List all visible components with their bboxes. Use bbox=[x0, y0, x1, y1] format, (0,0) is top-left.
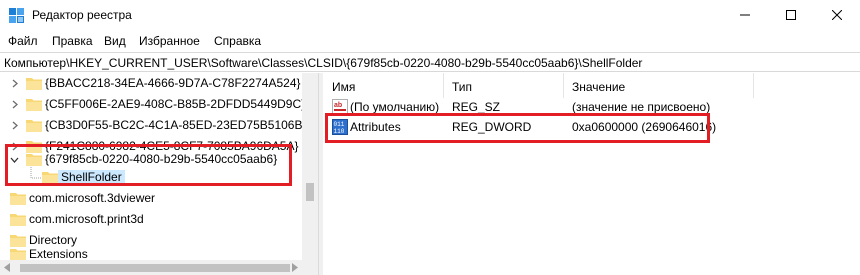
chevron-right-icon[interactable] bbox=[10, 121, 19, 130]
folder-icon bbox=[10, 249, 26, 261]
chevron-right-icon[interactable] bbox=[10, 100, 19, 109]
address-path[interactable]: Компьютер\HKEY_CURRENT_USER\Software\Cla… bbox=[4, 56, 642, 70]
close-button[interactable] bbox=[814, 0, 860, 30]
tree-item-label: com.microsoft.3dviewer bbox=[29, 191, 156, 205]
value-type: REG_SZ bbox=[452, 100, 501, 114]
folder-icon bbox=[10, 214, 26, 226]
tree-item-label: {C5FF006E-2AE9-408C-B85B-2DFDD5449D9C} bbox=[45, 97, 306, 111]
value-name: (По умолчанию) bbox=[350, 100, 440, 114]
maximize-button[interactable] bbox=[768, 0, 814, 30]
highlight-box-tree bbox=[5, 144, 292, 186]
column-header-name[interactable]: Имя bbox=[324, 73, 444, 98]
registry-editor-icon bbox=[9, 8, 24, 23]
chevron-right-icon[interactable] bbox=[10, 79, 19, 88]
tree-item[interactable]: {BBACC218-34EA-4666-9D7A-C78F2274A524} bbox=[0, 73, 302, 94]
highlight-box-value bbox=[325, 113, 710, 143]
close-icon bbox=[832, 10, 842, 20]
menu-edit[interactable]: Правка bbox=[52, 34, 93, 48]
svg-text:ab: ab bbox=[334, 102, 342, 109]
column-type-label: Тип bbox=[452, 80, 473, 94]
maximize-icon bbox=[786, 10, 796, 20]
tree-item[interactable]: {CB3D0F55-BC2C-4C1A-85ED-23ED75B5106B} bbox=[0, 115, 306, 136]
address-bar[interactable]: Компьютер\HKEY_CURRENT_USER\Software\Cla… bbox=[0, 52, 860, 72]
minimize-icon bbox=[740, 14, 750, 16]
tree-item-label: {BBACC218-34EA-4666-9D7A-C78F2274A524} bbox=[45, 76, 301, 90]
column-data-label: Значение bbox=[572, 80, 626, 94]
tree-item-label: {CB3D0F55-BC2C-4C1A-85ED-23ED75B5106B} bbox=[45, 118, 307, 132]
minimize-button[interactable] bbox=[722, 0, 768, 30]
folder-icon bbox=[26, 78, 42, 90]
value-data: (значение не присвоено) bbox=[572, 100, 711, 114]
tree-vertical-scrollbar[interactable] bbox=[302, 73, 318, 275]
tree-item[interactable]: com.microsoft.print3d bbox=[0, 209, 302, 230]
tree-item[interactable]: {C5FF006E-2AE9-408C-B85B-2DFDD5449D9C} bbox=[0, 94, 306, 115]
menu-file[interactable]: Файл bbox=[8, 34, 38, 48]
column-header-type[interactable]: Тип bbox=[444, 73, 564, 98]
folder-icon bbox=[26, 99, 42, 111]
menu-favorites[interactable]: Избранное bbox=[139, 34, 200, 48]
menu-bar: Файл Правка Вид Избранное Справка bbox=[0, 31, 860, 51]
tree-item-label: com.microsoft.print3d bbox=[29, 212, 144, 226]
pane-splitter[interactable] bbox=[318, 73, 323, 275]
tree-scroll-thumb[interactable] bbox=[306, 183, 314, 201]
column-header-data[interactable]: Значение bbox=[564, 73, 754, 98]
menu-help[interactable]: Справка bbox=[214, 34, 261, 48]
menu-view[interactable]: Вид bbox=[104, 34, 126, 48]
scroll-left-icon[interactable] bbox=[3, 263, 11, 272]
values-list[interactable]: Имя Тип Значение ab (По умолчанию) REG_S… bbox=[324, 73, 860, 275]
tree-item-label: Extensions bbox=[29, 247, 88, 261]
folder-icon bbox=[10, 193, 26, 205]
tree-item[interactable]: com.microsoft.3dviewer bbox=[0, 188, 302, 209]
scroll-right-icon[interactable] bbox=[291, 263, 299, 272]
folder-icon bbox=[26, 120, 42, 132]
tree-hscroll-thumb[interactable] bbox=[20, 264, 290, 272]
window-title: Редактор реестра bbox=[32, 8, 132, 22]
title-bar: Редактор реестра bbox=[0, 0, 860, 30]
column-name-label: Имя bbox=[332, 80, 356, 94]
tree-item[interactable]: Extensions bbox=[0, 237, 302, 261]
